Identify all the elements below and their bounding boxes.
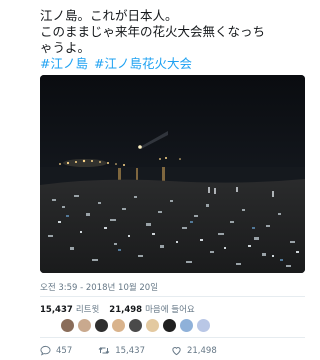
liker-avatar-4[interactable] — [111, 318, 126, 333]
night-beach-photo — [40, 75, 305, 273]
likes-count: 21,498 — [109, 305, 143, 315]
liker-avatar-8[interactable] — [179, 318, 194, 333]
retweets-label: 리트윗 — [75, 305, 100, 315]
liker-avatar-7[interactable] — [162, 318, 177, 333]
reply-icon — [40, 345, 51, 356]
liker-avatar-5[interactable] — [128, 318, 143, 333]
liker-avatar-6[interactable] — [145, 318, 160, 333]
divider-top — [40, 296, 305, 297]
like-count: 21,498 — [186, 345, 217, 356]
tweet-line-1: 江ノ島。これが日本人。 — [40, 8, 178, 23]
likes-stat[interactable]: 21,498 마음에 들어요 — [109, 303, 194, 315]
tweet-timestamp[interactable]: 오전 3:59 - 2018년 10월 20일 — [40, 281, 158, 293]
liker-avatar-3[interactable] — [94, 318, 109, 333]
retweet-icon — [98, 347, 110, 354]
liker-avatar-1[interactable] — [60, 318, 75, 333]
divider-bottom — [40, 337, 305, 338]
hashtag-enoshima-fireworks[interactable]: #江ノ島花火大会 — [94, 56, 192, 71]
like-button[interactable]: 21,498 — [171, 345, 217, 356]
retweets-stat[interactable]: 15,437 리트윗 — [40, 303, 99, 315]
liker-avatar-2[interactable] — [77, 318, 92, 333]
heart-icon — [172, 347, 181, 356]
tweet-photo[interactable] — [40, 75, 305, 273]
hashtag-line: #江ノ島 #江ノ島花火大会 — [40, 56, 312, 72]
hashtag-enoshima[interactable]: #江ノ島 — [40, 56, 88, 71]
retweet-count: 15,437 — [115, 345, 145, 356]
tweet-line-3: ゃうよ。 — [40, 40, 91, 55]
tweet-actions: 457 15,437 21,498 — [40, 345, 312, 356]
tweet-line-2: このままじゃ来年の花火大会無くなっち — [40, 24, 266, 39]
liker-avatar-9[interactable] — [196, 318, 211, 333]
tweet-text: 江ノ島。これが日本人。 このままじゃ来年の花火大会無くなっち ゃうよ。 #江ノ島… — [40, 8, 312, 72]
retweets-count: 15,437 — [40, 305, 73, 315]
reply-count: 457 — [56, 345, 73, 356]
engagement-stats: 15,437 리트윗 21,498 마음에 들어요 — [40, 303, 312, 315]
reply-button[interactable]: 457 — [40, 345, 72, 356]
likes-label: 마음에 들어요 — [145, 305, 195, 315]
retweet-button[interactable]: 15,437 — [98, 345, 145, 356]
liker-avatars — [60, 318, 213, 333]
